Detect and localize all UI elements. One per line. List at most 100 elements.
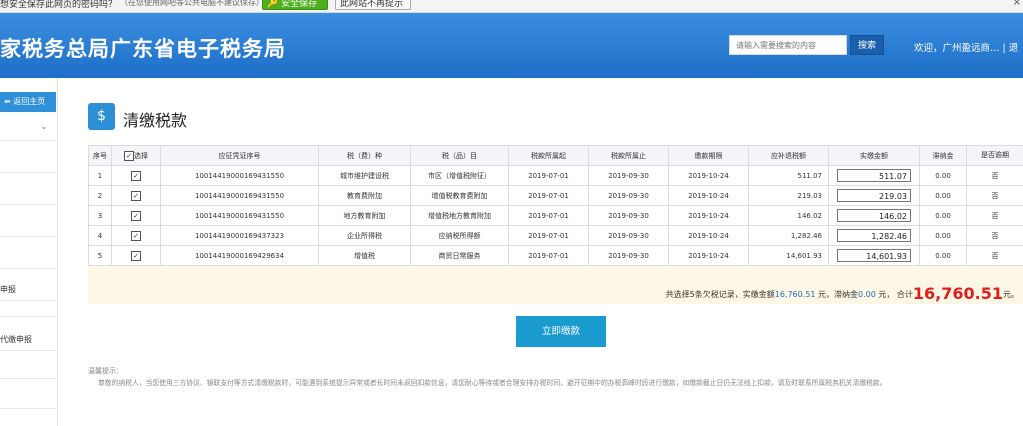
paid-amount-input[interactable]: 1,282.46 — [837, 229, 911, 242]
cell-late-fee: 0.00 — [919, 185, 967, 206]
cell-overdue: 否 — [966, 245, 1023, 266]
close-icon[interactable]: × — [1013, 0, 1021, 8]
sidebar-divider — [0, 316, 56, 317]
cell-voucher: 10014419000169437323 — [160, 225, 319, 246]
cell-voucher: 10014419000169431550 — [160, 185, 319, 206]
cell-item: 增值税地方教育附加 — [410, 205, 509, 226]
cell-start: 2019-07-01 — [508, 245, 589, 266]
cell-paid: 511.07 — [828, 165, 920, 186]
cell-overdue: 否 — [966, 225, 1023, 246]
cell-end: 2019-09-30 — [588, 165, 669, 186]
table-row: 1 ✓ 10014419000169431550 城市维护建设税 市区（增值税附… — [88, 165, 1023, 186]
search-input[interactable] — [729, 35, 847, 55]
paid-amount-input[interactable]: 511.07 — [837, 169, 911, 182]
cell-no: 3 — [88, 205, 112, 226]
sidebar-divider — [0, 300, 56, 301]
paid-amount-input[interactable]: 219.03 — [837, 189, 911, 202]
site-title: 家税务总局广东省电子税务局 — [0, 37, 286, 61]
row-checkbox[interactable]: ✓ — [131, 210, 141, 221]
cell-due: 511.07 — [748, 165, 829, 186]
cell-select[interactable]: ✓ — [111, 205, 161, 226]
cell-start: 2019-07-01 — [508, 185, 589, 206]
cell-paid: 146.02 — [828, 205, 920, 226]
cell-paid: 1,282.46 — [828, 225, 920, 246]
summary-prefix: 共选择5条欠税记录，实缴金额 — [665, 290, 775, 299]
select-header-label: 选择 — [134, 151, 148, 160]
sidebar-divider — [0, 350, 56, 351]
chevron-down-icon[interactable]: ⌄ — [40, 122, 48, 132]
sidebar-item-declare[interactable]: 申报 — [0, 284, 16, 295]
cell-select[interactable]: ✓ — [111, 185, 161, 206]
cell-select[interactable]: ✓ — [111, 225, 161, 246]
summary-mid2: 元， 合计 — [875, 290, 913, 299]
summary-suffix: 元。 — [1003, 290, 1019, 299]
sidebar: ⬅ 返回主页 ⌄ 申报 代缴申报 — [0, 78, 58, 426]
row-checkbox[interactable]: ✓ — [131, 190, 141, 201]
col-header-end: 税款所属止 — [588, 145, 669, 166]
cell-deadline: 2019-10-24 — [668, 245, 749, 266]
cell-deadline: 2019-10-24 — [668, 225, 749, 246]
back-home-label: 返回主页 — [13, 97, 46, 106]
cell-select[interactable]: ✓ — [111, 165, 161, 186]
cell-deadline: 2019-10-24 — [668, 205, 749, 226]
cell-select[interactable]: ✓ — [111, 245, 161, 266]
sidebar-divider — [0, 140, 56, 141]
save-password-button[interactable]: 🔑 安全保存 — [262, 0, 328, 10]
cell-start: 2019-07-01 — [508, 225, 589, 246]
cell-paid: 14,601.93 — [828, 245, 920, 266]
col-header-tax-type: 税（费）种 — [318, 145, 411, 166]
save-password-label: 安全保存 — [281, 0, 318, 9]
sidebar-item-withholding[interactable]: 代缴申报 — [0, 334, 32, 345]
cell-start: 2019-07-01 — [508, 165, 589, 186]
search-button[interactable]: 搜索 — [850, 35, 884, 55]
col-header-overdue: 是否逾期 — [966, 145, 1023, 166]
cell-item: 市区（增值税附征） — [410, 165, 509, 186]
col-header-due: 应补退税额 — [748, 145, 829, 166]
welcome-text[interactable]: 欢迎，广州盈远商… | 退 — [914, 40, 1018, 54]
sidebar-divider — [0, 172, 56, 173]
summary-bar: 共选择5条欠税记录，实缴金额16,760.51 元，滞纳金0.00 元， 合计1… — [88, 266, 1023, 304]
cell-end: 2019-09-30 — [588, 225, 669, 246]
never-prompt-button[interactable]: 此网站不再提示 — [335, 0, 411, 10]
cell-overdue: 否 — [966, 165, 1023, 186]
sidebar-divider — [0, 378, 56, 379]
paid-amount-input[interactable]: 14,601.93 — [837, 249, 911, 262]
page-title: 清缴税款 — [123, 111, 188, 130]
cell-due: 14,601.93 — [748, 245, 829, 266]
col-header-deadline: 缴款期限 — [668, 145, 749, 166]
summary-late-total: 0.00 — [858, 290, 876, 299]
summary-grand-total: 16,760.51 — [912, 284, 1003, 303]
row-checkbox[interactable]: ✓ — [131, 170, 141, 181]
col-header-select[interactable]: ✓ 选择 — [111, 145, 161, 166]
table-row: 4 ✓ 10014419000169437323 企业所得税 应纳税所得额 20… — [88, 225, 1023, 246]
summary-text: 共选择5条欠税记录，实缴金额16,760.51 元，滞纳金0.00 元， 合计1… — [665, 282, 1019, 303]
paid-amount-input[interactable]: 146.02 — [837, 209, 911, 222]
pay-now-button[interactable]: 立即缴款 — [516, 316, 606, 347]
cell-no: 1 — [88, 165, 112, 186]
cell-deadline: 2019-10-24 — [668, 165, 749, 186]
summary-mid1: 元，滞纳金 — [815, 290, 858, 299]
cell-start: 2019-07-01 — [508, 205, 589, 226]
col-header-late-fee: 滞纳金 — [919, 145, 967, 166]
table-row: 2 ✓ 10014419000169431550 教育费附加 增值税教育费附加 … — [88, 185, 1023, 206]
password-save-question: 想安全保存此网页的密码吗？ — [0, 0, 118, 10]
table-header-row: 序号 ✓ 选择 应征凭证序号 税（费）种 税（品）目 税款所属起 税款所属止 缴款… — [88, 145, 1023, 166]
cell-late-fee: 0.00 — [919, 165, 967, 186]
sidebar-divider — [0, 204, 56, 205]
select-all-checkbox[interactable]: ✓ — [124, 150, 134, 161]
cell-due: 146.02 — [748, 205, 829, 226]
cell-late-fee: 0.00 — [919, 245, 967, 266]
cell-paid: 219.03 — [828, 185, 920, 206]
sidebar-divider — [0, 408, 56, 409]
col-header-paid: 实缴金额 — [828, 145, 920, 166]
home-icon: ⬅ — [4, 97, 14, 106]
row-checkbox[interactable]: ✓ — [131, 230, 141, 241]
tips-body: 尊敬的纳税人，当您使用三方协议、银联支付等方式清缴税款时，可能遇到系统提示异常或… — [98, 379, 887, 387]
back-home-button[interactable]: ⬅ 返回主页 — [0, 92, 56, 112]
cell-late-fee: 0.00 — [919, 205, 967, 226]
cell-end: 2019-09-30 — [588, 245, 669, 266]
row-checkbox[interactable]: ✓ — [131, 250, 141, 261]
cell-due: 1,282.46 — [748, 225, 829, 246]
cell-item: 应纳税所得额 — [410, 225, 509, 246]
tax-table: 序号 ✓ 选择 应征凭证序号 税（费）种 税（品）目 税款所属起 税款所属止 缴款… — [88, 145, 1023, 266]
